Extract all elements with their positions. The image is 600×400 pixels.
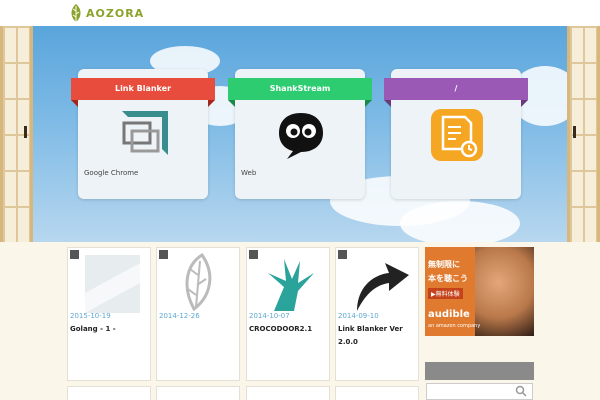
ad-cta-button[interactable]: ▶無料体験 <box>428 288 463 299</box>
card-description: Google Chrome <box>84 169 139 177</box>
post-title[interactable]: CROCODOOR2.1 <box>249 323 329 336</box>
post-card-crocodoor[interactable]: 2014-10-07 CROCODOOR2.1 <box>246 247 330 381</box>
eyes-speech-icon <box>279 113 323 159</box>
glass-thumb-icon <box>85 255 140 313</box>
post-card-partial[interactable] <box>156 386 240 400</box>
app-card-shankstream[interactable]: ShankStream Web <box>228 69 372 199</box>
post-date: 2014-09-10 <box>338 312 379 320</box>
card-ribbon: Link Blanker <box>71 78 215 107</box>
arrow-thumb-icon <box>357 263 409 311</box>
hero-banner: Link Blanker Google Chrome ShankStream W… <box>0 26 600 242</box>
app-card-link-blanker[interactable]: Link Blanker Google Chrome <box>71 69 215 199</box>
leaf-thumb-icon <box>185 253 212 312</box>
site-header: AOZORA <box>0 0 600 26</box>
post-date: 2014-12-26 <box>159 312 200 320</box>
post-card-partial[interactable] <box>335 386 419 400</box>
post-card-partial[interactable] <box>246 386 330 400</box>
leaf-logo-icon <box>71 4 81 22</box>
notepad-bike-icon <box>431 109 483 161</box>
search-icon[interactable] <box>515 385 527 397</box>
card-ribbon: ShankStream <box>228 78 372 107</box>
post-card-leaf[interactable]: 2014-12-26 <box>156 247 240 381</box>
card-ribbon: / <box>384 78 528 107</box>
link-blanker-icon <box>122 111 168 155</box>
hand-thumb-icon <box>268 259 314 311</box>
post-card-link-blanker[interactable]: 2014-09-10 Link Blanker Ver 2.0.0 <box>335 247 419 381</box>
ad-headline-2: 本を聴こう <box>428 274 468 283</box>
post-title[interactable]: Golang - 1 - <box>70 323 150 336</box>
cloud-decoration <box>400 201 520 242</box>
post-card-golang[interactable]: 2015-10-19 Golang - 1 - <box>67 247 151 381</box>
sidebar-widget-header <box>425 362 534 380</box>
card-description: Web <box>241 169 257 177</box>
audible-ad-banner[interactable]: 無制限に 本を聴こう ▶無料体験 audible an amazon compa… <box>425 247 534 336</box>
post-date: 2015-10-19 <box>70 312 111 320</box>
ad-brand-sub: an amazon company <box>428 323 481 329</box>
ad-headline-1: 無制限に <box>428 260 460 269</box>
app-card-notepad[interactable]: / <box>384 69 528 199</box>
post-card-partial[interactable] <box>67 386 151 400</box>
post-date: 2014-10-07 <box>249 312 290 320</box>
shoji-screen-left <box>0 26 33 242</box>
ad-brand: audible <box>428 309 470 320</box>
site-logo[interactable]: AOZORA <box>68 3 144 23</box>
ad-photo <box>475 247 534 336</box>
logo-text: AOZORA <box>86 6 145 20</box>
post-title[interactable]: Link Blanker Ver 2.0.0 <box>338 323 418 349</box>
shoji-screen-right <box>567 26 600 242</box>
